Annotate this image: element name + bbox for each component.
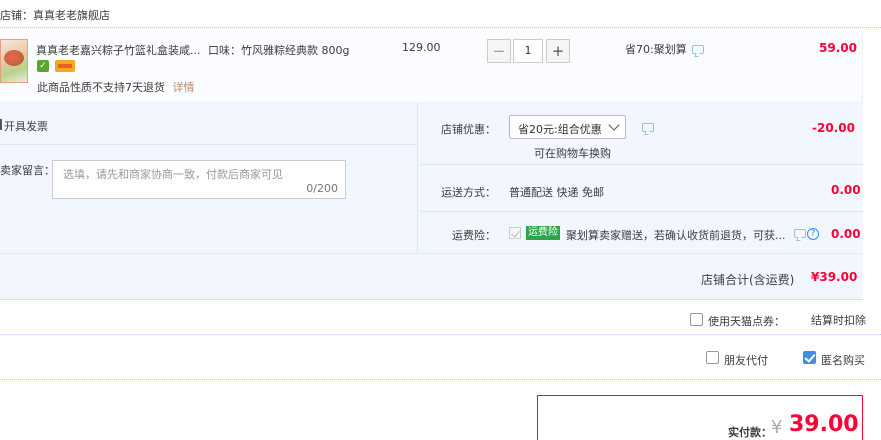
promo-saving: 省70:聚划算 — [625, 41, 687, 57]
left-options: 开具发票 卖家留言： 选填，请先和商家协商一致，付款后商家可见 0/200 — [0, 103, 418, 254]
chat-icon[interactable] — [692, 45, 704, 54]
seller-message-label: 卖家留言： — [0, 164, 55, 177]
freight-insurance-label: 运费险： — [452, 229, 496, 242]
store-total-bar: 店铺合计(含运费) ¥39.00 — [0, 254, 863, 300]
points-checkbox[interactable] — [690, 313, 703, 326]
decrease-quantity-button[interactable]: − — [487, 39, 511, 63]
product-image-icon — [4, 50, 24, 66]
store-discount-selected: 省20元:组合优惠 — [518, 123, 602, 136]
seller-message-placeholder: 选填，请先和商家协商一致，付款后商家可见 — [63, 168, 283, 181]
shipping-method: 普通配送 快递 免邮 — [509, 186, 604, 199]
shipping-amount: 0.00 — [831, 183, 861, 197]
return-detail-link[interactable]: 详情 — [173, 81, 195, 94]
product-thumbnail[interactable] — [0, 39, 28, 83]
anonymous-checkbox[interactable] — [803, 351, 816, 364]
store-discount-note: 可在购物车换购 — [534, 147, 611, 160]
card-badge-icon[interactable] — [55, 60, 75, 72]
product-name[interactable]: 真真老老嘉兴粽子竹篮礼盒装咸... — [36, 44, 201, 57]
payment-label: 实付款： — [728, 426, 772, 439]
return-note-text: 此商品性质不支持7天退货 — [37, 81, 165, 94]
store-total-amount: ¥39.00 — [811, 270, 858, 284]
store-discount-amount: -20.00 — [812, 121, 855, 135]
payment-amount: 39.00 — [789, 412, 859, 437]
product-title[interactable]: 真真老老嘉兴粽子竹篮礼盒装咸... 口味：竹风雅粽经典款 800g — [36, 42, 349, 58]
friend-pay-checkbox[interactable] — [706, 351, 719, 364]
store-discount-select[interactable]: 省20元:组合优惠 — [509, 115, 626, 139]
store-total-label: 店铺合计(含运费) — [701, 273, 795, 287]
freight-insurance-text: 聚划算卖家赠送，若确认收货前退货，可获... — [566, 229, 786, 242]
store-name[interactable]: 店铺：真真老老旗舰店 — [0, 7, 110, 23]
payment-summary-box: 实付款： ¥ 39.00 — [537, 395, 863, 440]
chat-icon[interactable] — [794, 229, 806, 238]
chat-icon[interactable] — [642, 123, 654, 132]
shipping-label: 运送方式： — [441, 186, 496, 199]
unit-price: 129.00 — [402, 41, 441, 54]
product-spec: 口味：竹风雅粽经典款 800g — [208, 44, 350, 57]
seller-message-input[interactable]: 选填，请先和商家协商一致，付款后商家可见 0/200 — [52, 160, 346, 199]
order-item-row: 真真老老嘉兴粽子竹篮礼盒装咸... 口味：竹风雅粽经典款 800g ✓ 此商品性… — [0, 28, 863, 103]
pay-options-row: 朋友代付 匿名购买 — [0, 335, 881, 380]
invoice-checkbox[interactable] — [0, 119, 2, 130]
freight-insurance-amount: 0.00 — [831, 227, 861, 241]
invoice-row: 开具发票 — [0, 103, 418, 145]
increase-quantity-button[interactable]: + — [546, 39, 570, 63]
anonymous-label[interactable]: 匿名购买 — [821, 352, 865, 368]
friend-pay-label[interactable]: 朋友代付 — [724, 352, 768, 368]
promo-saving-text: 省70:聚划算 — [625, 43, 687, 56]
freight-insurance-tag: 运费险 — [526, 226, 560, 240]
shipping-row: 运送方式： 普通配送 快递 免邮 0.00 — [420, 165, 863, 212]
guarantee-badge-icon[interactable]: ✓ — [37, 60, 49, 72]
freight-insurance-checkbox[interactable] — [509, 227, 521, 239]
points-row: 使用天猫点券： 结算时扣除 — [0, 300, 881, 335]
item-subtotal: 59.00 — [819, 41, 857, 55]
store-discount-label: 店铺优惠： — [441, 123, 496, 136]
quantity-input[interactable]: 1 — [513, 39, 543, 63]
freight-insurance-row: 运费险： 运费险 聚划算卖家赠送，若确认收货前退货，可获... ? 0.00 — [420, 212, 863, 254]
order-options-panel: 开具发票 卖家留言： 选填，请先和商家协商一致，付款后商家可见 0/200 店铺… — [0, 103, 863, 254]
points-note: 结算时扣除 — [811, 314, 866, 327]
help-icon[interactable]: ? — [807, 228, 819, 240]
invoice-label[interactable]: 开具发票 — [4, 118, 48, 134]
points-label[interactable]: 使用天猫点券： — [708, 313, 785, 329]
seller-message-counter: 0/200 — [306, 182, 338, 195]
currency-symbol: ¥ — [771, 417, 783, 438]
store-header: 店铺：真真老老旗舰店 — [0, 0, 881, 28]
store-discount-row: 店铺优惠： 省20元:组合优惠 可在购物车换购 -20.00 — [420, 103, 863, 165]
chevron-down-icon — [608, 119, 620, 131]
return-policy-note: 此商品性质不支持7天退货 详情 — [37, 79, 195, 95]
